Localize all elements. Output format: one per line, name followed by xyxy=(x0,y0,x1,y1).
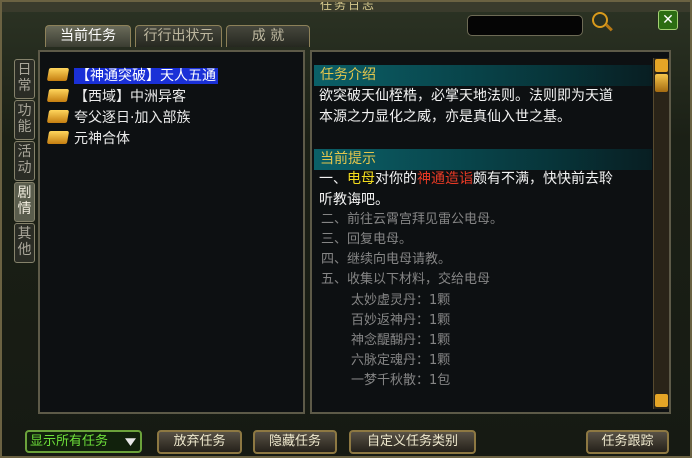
hint-heading: 当前提示 xyxy=(314,149,652,170)
side-tab-other[interactable]: 其他 xyxy=(14,223,35,263)
chevron-down-icon xyxy=(125,438,136,446)
quest-step: 四、继续向电母请教。 xyxy=(321,252,452,267)
side-tab-function[interactable]: 功能 xyxy=(14,100,35,140)
abandon-quest-button[interactable]: 放弃任务 xyxy=(157,430,242,454)
tab-career[interactable]: 行行出状元 xyxy=(135,25,222,47)
side-tab-daily[interactable]: 日常 xyxy=(14,59,35,99)
quest-item[interactable]: 【西域】中洲异客 xyxy=(46,87,186,107)
quest-step: 三、回复电母。 xyxy=(321,232,413,247)
quest-filter-dropdown[interactable]: 显示所有任务 xyxy=(25,430,142,453)
intro-heading: 任务介绍 xyxy=(314,65,652,86)
side-tab-event[interactable]: 活动 xyxy=(14,141,35,181)
quest-title: 【神通突破】天人五通 xyxy=(74,68,218,84)
detail-scrollbar[interactable] xyxy=(653,58,669,409)
book-icon xyxy=(46,131,70,144)
title-bar: 任务日志 xyxy=(2,0,690,12)
scroll-thumb[interactable] xyxy=(655,74,668,92)
keyword-link[interactable]: 神通造诣 xyxy=(417,171,473,187)
npc-link[interactable]: 电母 xyxy=(347,171,375,187)
quest-step: 五、收集以下材料，交给电母 xyxy=(321,272,491,287)
book-icon xyxy=(46,110,70,123)
quest-title: 元神合体 xyxy=(74,131,130,147)
filter-label: 显示所有任务 xyxy=(30,434,109,449)
scroll-down-icon[interactable] xyxy=(655,394,668,407)
quest-item[interactable]: 【神通突破】天人五通 xyxy=(46,66,218,86)
magnifier-icon[interactable] xyxy=(592,12,608,28)
quest-title: 【西域】中洲异客 xyxy=(74,89,186,105)
quest-title: 夸父逐日·加入部族 xyxy=(74,110,191,126)
quest-step: 二、前往云霄宫拜见雷公电母。 xyxy=(321,212,504,227)
material-item: 六脉定魂丹：1颗 xyxy=(351,353,451,368)
tab-current-quests[interactable]: 当前任务 xyxy=(45,25,131,47)
current-step: 一、电母对你的神通造诣颇有不满，快快前去聆 听教诲吧。 xyxy=(319,171,613,208)
intro-text: 欲突破天仙桎梏，必掌天地法则。法则即为天道 本源之力显化之威，亦是真仙入世之基。 xyxy=(319,88,613,125)
material-item: 一梦千秋散：1包 xyxy=(351,373,451,388)
hide-quest-button[interactable]: 隐藏任务 xyxy=(253,430,337,454)
book-icon xyxy=(46,89,70,102)
quest-log-window: 任务日志 ✕ 当前任务 行行出状元 成 就 日常 功能 活动 剧情 其他 【神通… xyxy=(0,0,692,458)
side-tab-story[interactable]: 剧情 xyxy=(14,182,35,222)
window-title: 任务日志 xyxy=(319,0,376,12)
search-input[interactable] xyxy=(467,15,583,36)
material-item: 太妙虚灵丹：1颗 xyxy=(351,293,451,308)
book-icon xyxy=(46,68,70,81)
custom-category-button[interactable]: 自定义任务类别 xyxy=(349,430,476,454)
quest-item[interactable]: 夸父逐日·加入部族 xyxy=(46,108,191,128)
scroll-up-icon[interactable] xyxy=(655,59,668,72)
close-icon[interactable]: ✕ xyxy=(658,10,678,30)
material-item: 神念醍醐丹：1颗 xyxy=(351,333,451,348)
track-quest-button[interactable]: 任务跟踪 xyxy=(586,430,669,454)
material-item: 百妙返神丹：1颗 xyxy=(351,313,451,328)
tab-achievements[interactable]: 成 就 xyxy=(226,25,310,47)
quest-item[interactable]: 元神合体 xyxy=(46,129,130,149)
